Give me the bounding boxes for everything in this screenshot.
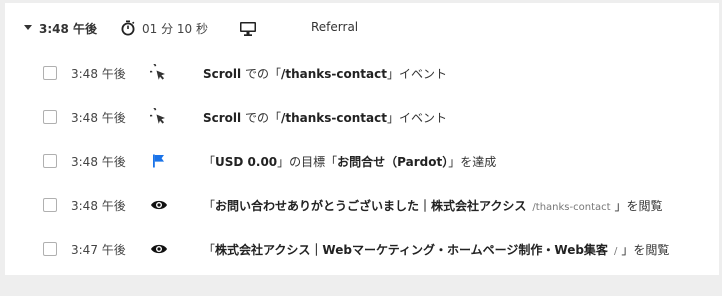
event-text: での「 [241, 67, 281, 81]
event-text: 「 [203, 155, 216, 169]
event-description: 「USD 0.00」の目標「お問合せ（Pardot）」を達成 [203, 153, 496, 170]
row-checkbox[interactable] [43, 242, 57, 256]
event-time: 3:47 午後 [71, 243, 126, 257]
page-path: /thanks-contact [532, 202, 611, 213]
event-text: 」イベント [386, 67, 447, 81]
event-text: 」を閲覧 [621, 243, 670, 257]
event-row[interactable]: 3:48 午後 Scroll での「/thanks-contact」イベント [5, 103, 719, 147]
event-time: 3:48 午後 [71, 111, 126, 125]
event-description: 「お問い合わせありがとうございました｜株式会社アクシス/thanks-conta… [203, 197, 663, 214]
event-row[interactable]: 3:48 午後 「お問い合わせありがとうございました｜株式会社アクシス/thank… [5, 191, 719, 235]
event-emphasis: お問合せ（Pardot） [337, 155, 449, 169]
stopwatch-icon [121, 20, 135, 36]
row-checkbox[interactable] [43, 154, 57, 168]
session-card: 3:48 午後 01 分 10 秒 Referral 3:48 午後 Scroll… [5, 3, 719, 275]
event-description: Scroll での「/thanks-contact」イベント [203, 109, 447, 126]
row-checkbox[interactable] [43, 110, 57, 124]
event-row[interactable]: 3:47 午後 「株式会社アクシス｜Webマーケティング・ホームページ制作・Web… [5, 235, 719, 279]
event-text: 」を達成 [448, 155, 497, 169]
event-row[interactable]: 3:48 午後 Scroll での「/thanks-contact」イベント [5, 59, 719, 103]
eye-icon [150, 240, 168, 258]
chevron-down-icon[interactable] [24, 25, 32, 30]
row-checkbox[interactable] [43, 198, 57, 212]
flag-icon [150, 152, 168, 170]
desktop-icon [240, 22, 256, 36]
event-emphasis: /thanks-contact [280, 67, 387, 81]
session-header[interactable]: 3:48 午後 01 分 10 秒 Referral [5, 3, 719, 51]
event-text: 「 [203, 243, 216, 257]
eye-icon [150, 196, 168, 214]
session-duration: 01 分 10 秒 [142, 22, 208, 36]
event-text: 「 [203, 199, 216, 213]
event-description: 「株式会社アクシス｜Webマーケティング・ホームページ制作・Web集客 / 」を閲覧 [203, 241, 669, 258]
event-text: での「 [241, 111, 281, 125]
event-emphasis: /thanks-contact [280, 111, 387, 125]
session-time: 3:48 午後 [39, 22, 98, 36]
event-emphasis: お問い合わせありがとうございました｜株式会社アクシス [215, 199, 527, 213]
event-emphasis: Scroll [203, 67, 242, 81]
event-emphasis: 株式会社アクシス｜Webマーケティング・ホームページ制作・Web集客 [215, 243, 608, 257]
event-time: 3:48 午後 [71, 199, 126, 213]
pointer-click-icon [145, 105, 168, 126]
event-text: 」の目標「 [277, 155, 338, 169]
session-source: Referral [311, 20, 359, 34]
event-text: 」イベント [386, 111, 447, 125]
event-text: 」を閲覧 [614, 199, 663, 213]
event-time: 3:48 午後 [71, 67, 126, 81]
pointer-click-icon [145, 61, 168, 82]
event-emphasis: Scroll [203, 111, 242, 125]
page-path: / [613, 246, 618, 257]
row-checkbox[interactable] [43, 66, 57, 80]
event-row[interactable]: 3:48 午後 「USD 0.00」の目標「お問合せ（Pardot）」を達成 [5, 147, 719, 191]
event-emphasis: USD 0.00 [215, 155, 278, 169]
event-description: Scroll での「/thanks-contact」イベント [203, 65, 447, 82]
event-time: 3:48 午後 [71, 155, 126, 169]
